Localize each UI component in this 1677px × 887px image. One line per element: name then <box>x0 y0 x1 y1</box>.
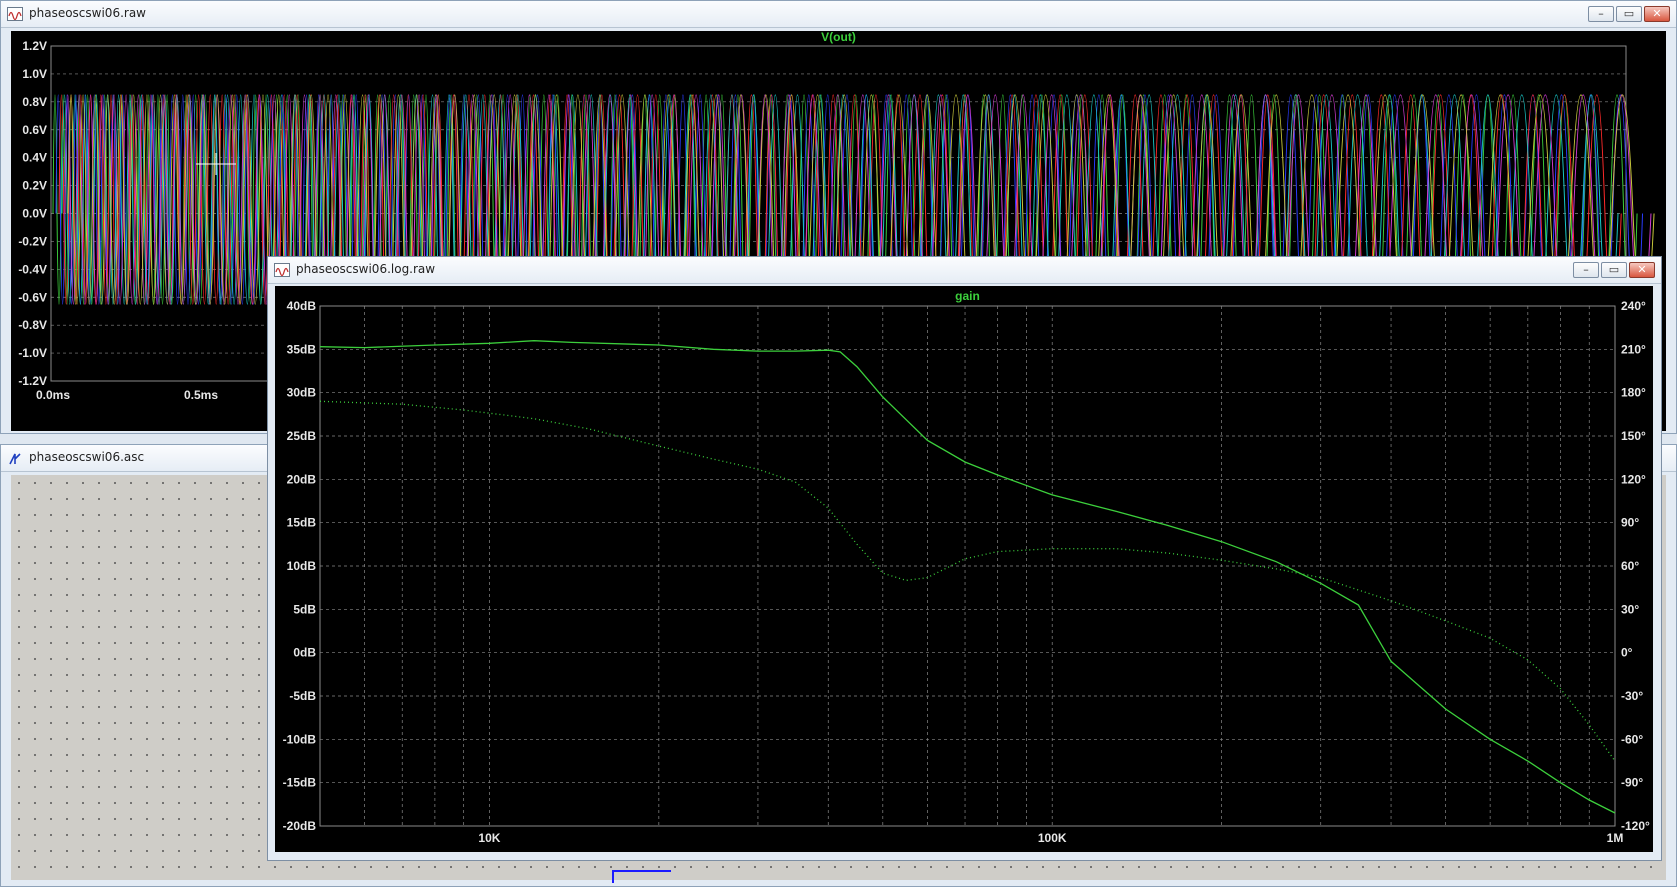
y-left-tick-label: -15dB <box>283 776 317 790</box>
chart-title: V(out) <box>821 31 856 44</box>
y-left-tick-label: -20dB <box>283 819 317 833</box>
y-right-tick-label: 0° <box>1621 646 1633 660</box>
restore-button[interactable]: ▭ <box>1601 262 1627 278</box>
y-left-tick-label: 15dB <box>287 516 317 530</box>
y-right-tick-label: -30° <box>1621 689 1643 703</box>
y-left-tick-label: 5dB <box>293 602 316 616</box>
y-left-tick-label: 20dB <box>287 472 317 486</box>
chart-title: gain <box>955 289 980 303</box>
transient-window-title: phaseoscswi06.raw <box>29 6 146 20</box>
y-tick-label: 0.6V <box>22 123 47 137</box>
restore-button[interactable]: ▭ <box>1616 6 1642 22</box>
schematic-icon <box>9 453 21 465</box>
close-button[interactable]: ✕ <box>1629 262 1655 278</box>
minimize-button[interactable]: – <box>1588 6 1614 22</box>
gain-magnitude-line <box>319 340 1616 814</box>
waveform-icon <box>274 263 290 277</box>
ac-chart[interactable]: gain 10K 100K 1M 40dB 240° 35dB 210° 30dB 180° 25d… <box>275 286 1653 852</box>
close-icon: ✕ <box>1652 7 1662 20</box>
y-tick-label: 1.0V <box>22 67 47 81</box>
schematic-window-title: phaseoscswi06.asc <box>29 450 145 464</box>
y-tick-label: 0.8V <box>22 95 47 109</box>
y-left-tick-label: 10dB <box>287 559 317 573</box>
minimize-button[interactable]: – <box>1573 262 1599 278</box>
y-right-tick-label: 150° <box>1621 429 1646 443</box>
ac-plot-area[interactable]: gain 10K 100K 1M 40dB 240° 35dB 210° 30dB 180° 25d… <box>275 286 1653 852</box>
schematic-wire <box>612 870 671 883</box>
waveform-icon <box>7 7 23 21</box>
y-tick-label: -0.2V <box>18 234 47 248</box>
ac-window-title: phaseoscswi06.log.raw <box>296 262 436 276</box>
x-tick-label: 0.5ms <box>184 388 218 402</box>
minimize-icon: – <box>1598 7 1604 20</box>
ac-titlebar[interactable]: phaseoscswi06.log.raw – ▭ ✕ <box>268 257 1661 284</box>
y-left-tick-label: -5dB <box>289 689 316 703</box>
y-tick-label: -1.0V <box>18 346 47 360</box>
y-right-tick-label: 240° <box>1621 299 1646 313</box>
y-right-tick-label: 180° <box>1621 386 1646 400</box>
x-tick-label: 10K <box>478 831 500 845</box>
y-tick-label: 1.2V <box>22 39 47 53</box>
y-right-tick-label: 120° <box>1621 472 1646 486</box>
y-right-tick-label: -90° <box>1621 776 1643 790</box>
y-right-tick-label: -60° <box>1621 732 1643 746</box>
y-right-tick-label: 30° <box>1621 602 1639 616</box>
close-icon: ✕ <box>1637 263 1647 276</box>
y-tick-label: -0.6V <box>18 290 47 304</box>
y-right-tick-label: 60° <box>1621 559 1639 573</box>
y-right-tick-label: -120° <box>1621 819 1650 833</box>
y-left-tick-label: -10dB <box>283 732 317 746</box>
y-tick-label: 0.2V <box>22 179 47 193</box>
transient-titlebar[interactable]: phaseoscswi06.raw – ▭ ✕ <box>1 1 1676 28</box>
restore-icon: ▭ <box>1623 7 1635 20</box>
y-left-tick-label: 35dB <box>287 342 317 356</box>
y-tick-label: -0.8V <box>18 318 47 332</box>
ac-window[interactable]: phaseoscswi06.log.raw – ▭ ✕ gain 10K 100K 1… <box>267 256 1662 861</box>
y-left-tick-label: 0dB <box>293 646 316 660</box>
y-tick-label: 0.0V <box>22 207 47 221</box>
y-right-tick-label: 210° <box>1621 342 1646 356</box>
x-tick-label: 100K <box>1038 831 1067 845</box>
gain-phase-line <box>319 400 1616 762</box>
y-left-tick-label: 30dB <box>287 386 317 400</box>
y-left-tick-label: 25dB <box>287 429 317 443</box>
x-tick-label: 0.0ms <box>36 388 70 402</box>
x-tick-label: 1M <box>1607 831 1624 845</box>
y-tick-label: -0.4V <box>18 262 47 276</box>
y-tick-label: 0.4V <box>22 151 47 165</box>
y-right-tick-label: 90° <box>1621 516 1639 530</box>
close-button[interactable]: ✕ <box>1644 6 1670 22</box>
minimize-icon: – <box>1583 263 1589 276</box>
restore-icon: ▭ <box>1608 263 1620 276</box>
y-left-tick-label: 40dB <box>287 299 317 313</box>
y-tick-label: -1.2V <box>18 374 47 388</box>
